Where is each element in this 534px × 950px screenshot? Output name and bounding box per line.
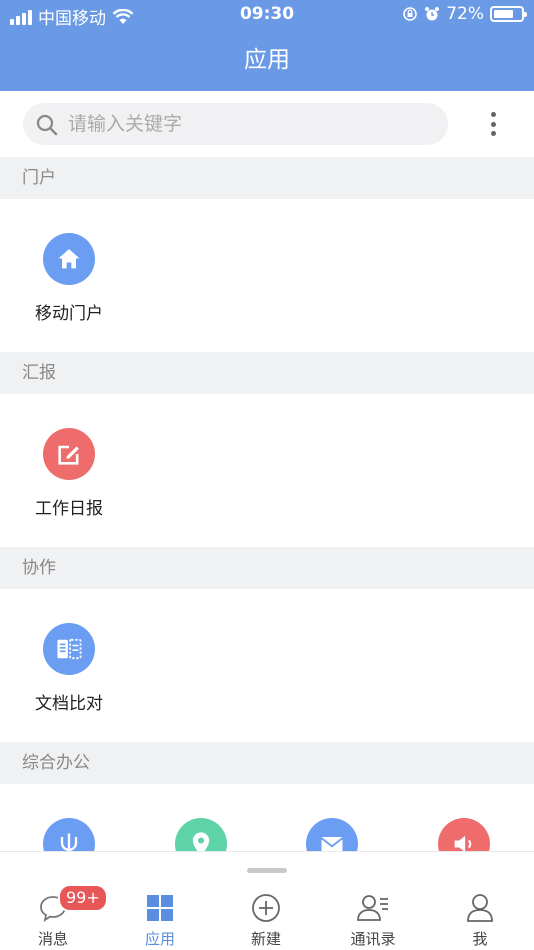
alarm-icon [425, 7, 440, 21]
tab-me[interactable]: 我 [427, 890, 533, 949]
bottom-tab-bar: 消息 99+ 应用 新建 通讯录 我 [0, 851, 534, 950]
search-row [0, 91, 534, 157]
app-label: 文档比对 [35, 694, 103, 714]
tab-new[interactable]: 新建 [213, 890, 319, 949]
status-right: 72% [402, 4, 527, 24]
battery-fill [494, 10, 513, 18]
battery-icon [490, 6, 527, 22]
app-mobile-portal[interactable]: 移动门户 [2, 233, 136, 324]
app-icon-circle [43, 428, 95, 480]
edit-icon [58, 445, 79, 465]
app-doc-compare[interactable]: 文档比对 [2, 623, 136, 714]
section-body-portal: 移动门户 [0, 199, 534, 352]
drag-handle[interactable] [247, 868, 287, 873]
tab-label: 我 [472, 930, 488, 948]
person-icon [467, 894, 493, 922]
tab-label: 通讯录 [350, 930, 396, 948]
section-header-report: 汇报 [0, 352, 534, 394]
document-compare-icon [57, 638, 82, 660]
app-label: 移动门户 [35, 304, 103, 324]
more-dot-icon [490, 112, 496, 117]
grid-icon [147, 895, 173, 921]
tab-label: 应用 [144, 930, 175, 948]
more-dot-icon [490, 121, 496, 127]
tab-apps[interactable]: 应用 [107, 890, 213, 949]
battery-percent: 72% [446, 4, 484, 24]
status-bar: 中国移动 09:30 72% [0, 0, 534, 30]
section-body-collab: 文档比对 [0, 589, 534, 742]
more-dot-icon [490, 131, 496, 136]
section-header-portal: 门户 [0, 157, 534, 199]
app-icon-circle [43, 623, 95, 675]
search-input[interactable] [68, 103, 438, 145]
tab-contacts[interactable]: 通讯录 [320, 890, 426, 949]
app-daily-report[interactable]: 工作日报 [2, 428, 136, 519]
tab-label: 消息 [37, 930, 68, 948]
section-header-office: 综合办公 [0, 742, 534, 784]
search-icon [36, 114, 58, 136]
contacts-icon [357, 895, 388, 921]
page-title: 应用 [0, 30, 534, 91]
home-icon [58, 249, 80, 269]
section-body-report: 工作日报 [0, 394, 534, 547]
plus-circle-icon [252, 894, 280, 922]
section-header-collab: 协作 [0, 547, 534, 589]
app-icon-circle [43, 233, 95, 285]
search-box[interactable] [23, 103, 448, 145]
more-options-button[interactable] [482, 109, 504, 139]
orientation-lock-icon [403, 7, 418, 21]
tab-label: 新建 [250, 930, 281, 948]
unread-badge: 99+ [58, 884, 108, 912]
app-label: 工作日报 [35, 499, 103, 519]
tab-messages[interactable]: 消息 99+ [0, 884, 108, 949]
